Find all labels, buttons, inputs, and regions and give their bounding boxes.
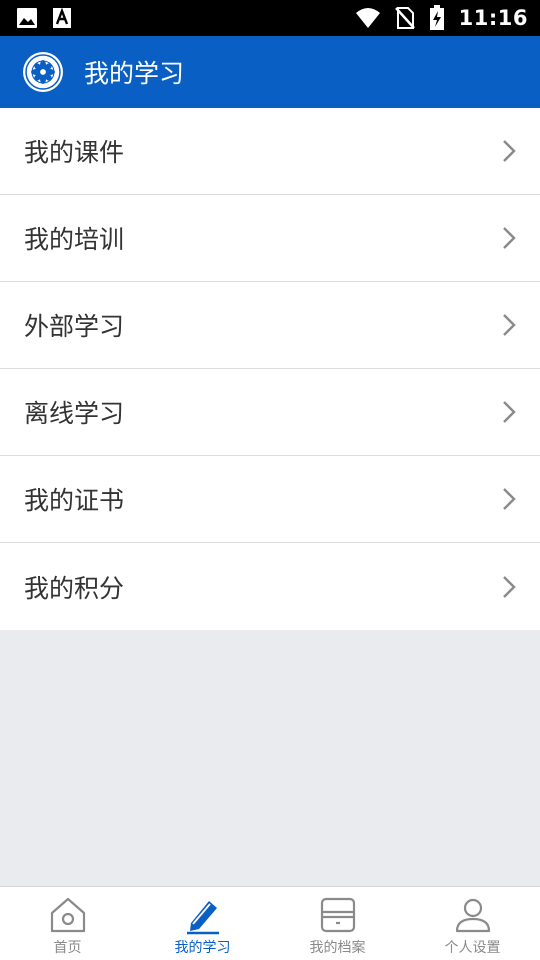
nav-my-archive[interactable]: 我的档案 — [270, 887, 405, 960]
menu-item-label: 离线学习 — [24, 399, 125, 428]
status-time: 11:16 — [458, 6, 528, 30]
wifi-icon — [355, 8, 380, 28]
nav-my-learning[interactable]: 我的学习 — [135, 887, 270, 960]
chevron-right-icon — [503, 401, 516, 423]
status-bar: 11:16 — [0, 0, 540, 36]
bottom-nav: 首页 我的学习 我的档案 个人设置 — [0, 886, 540, 960]
menu-item-label: 外部学习 — [24, 312, 125, 341]
a-font-icon — [53, 7, 71, 28]
page-title: 我的学习 — [84, 59, 185, 88]
nav-home-label: 首页 — [53, 940, 82, 956]
nav-personal-settings[interactable]: 个人设置 — [405, 887, 540, 960]
chevron-right-icon — [503, 227, 516, 249]
chevron-right-icon — [503, 140, 516, 162]
archive-icon — [320, 897, 355, 933]
emblem-logo — [23, 52, 63, 92]
menu-item-label: 我的培训 — [24, 225, 125, 254]
nav-personal-settings-label: 个人设置 — [444, 940, 501, 956]
menu-item-my-certificates[interactable]: 我的证书 — [0, 456, 540, 543]
status-bar-right: 11:16 — [355, 5, 528, 31]
menu-item-label: 我的课件 — [24, 138, 125, 167]
menu-item-my-training[interactable]: 我的培训 — [0, 195, 540, 282]
chevron-right-icon — [503, 488, 516, 510]
screen: 11:16 我的学习 我的课件 我的培训 外部学习 离线学习 我的证书 我的积分… — [0, 0, 540, 960]
nav-my-learning-label: 我的学习 — [174, 940, 231, 956]
pen-icon — [186, 901, 219, 935]
menu-item-label: 我的积分 — [24, 573, 125, 603]
menu-item-offline-learning[interactable]: 离线学习 — [0, 369, 540, 456]
menu-item-external-learning[interactable]: 外部学习 — [0, 282, 540, 369]
battery-charging-icon — [429, 5, 444, 30]
menu-item-my-courseware[interactable]: 我的课件 — [0, 108, 540, 195]
menu-item-label: 我的证书 — [24, 486, 125, 515]
home-icon — [50, 897, 85, 933]
chevron-right-icon — [503, 314, 516, 336]
chevron-right-icon — [503, 575, 516, 598]
menu-list: 我的课件 我的培训 外部学习 离线学习 我的证书 我的积分 — [0, 108, 540, 630]
status-bar-left — [16, 7, 72, 29]
person-icon — [455, 898, 490, 933]
no-sim-icon — [394, 7, 415, 29]
menu-item-my-points[interactable]: 我的积分 — [0, 543, 540, 630]
nav-home[interactable]: 首页 — [0, 887, 135, 960]
app-header: 我的学习 — [0, 36, 540, 108]
nav-my-archive-label: 我的档案 — [309, 940, 366, 956]
image-icon — [17, 8, 37, 28]
